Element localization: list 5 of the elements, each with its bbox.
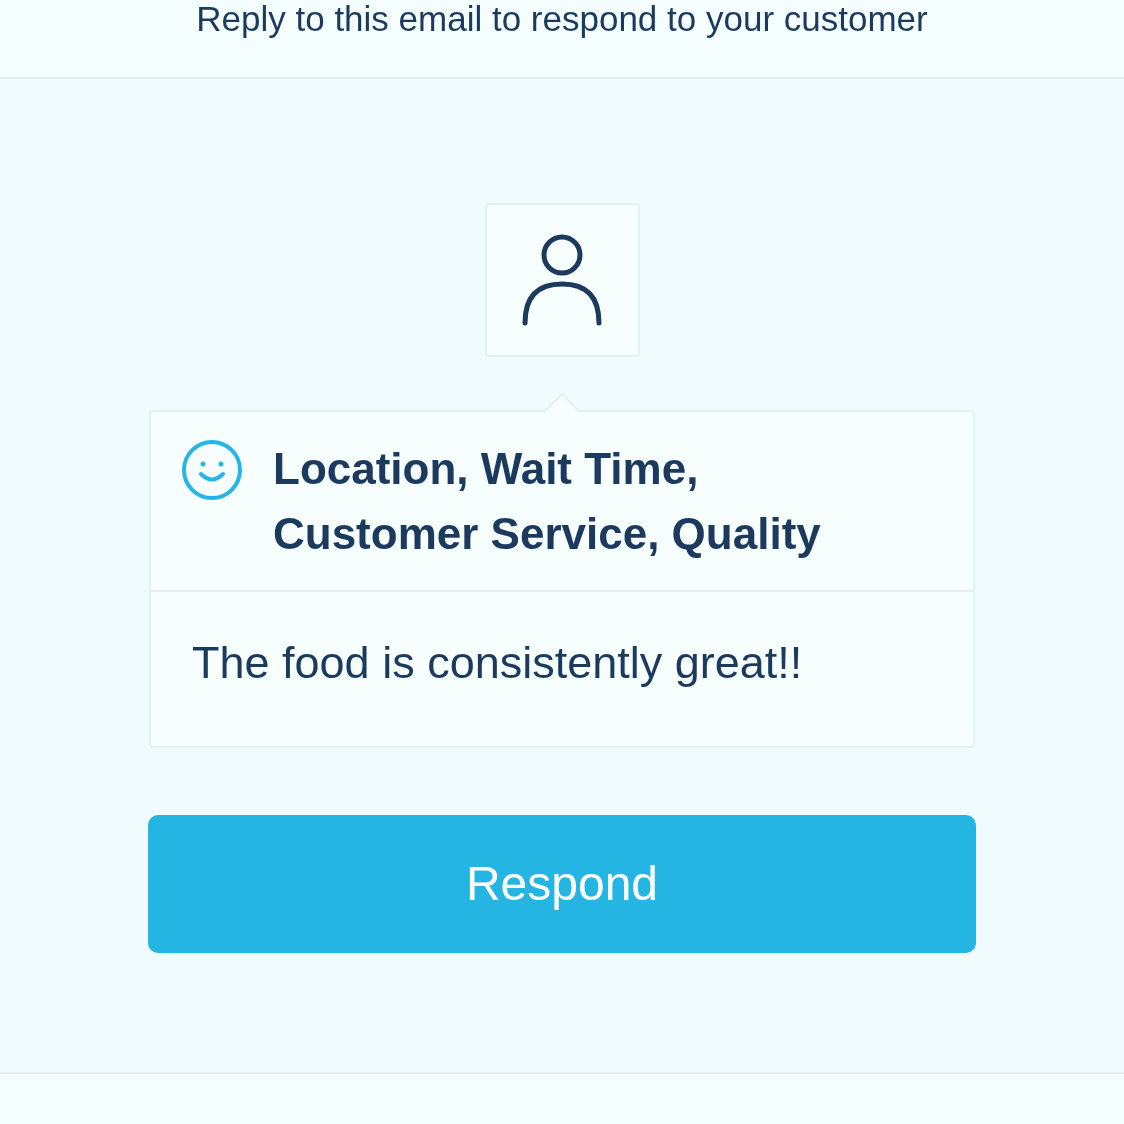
topics-title: Location, Wait Time, Customer Service, Quality: [273, 443, 822, 560]
respond-button[interactable]: Respond: [148, 815, 976, 953]
person-icon: [522, 234, 602, 326]
comment-text: The food is consistently great!!: [192, 637, 803, 689]
header-text: Reply to this email to respond to your customer: [196, 0, 928, 38]
